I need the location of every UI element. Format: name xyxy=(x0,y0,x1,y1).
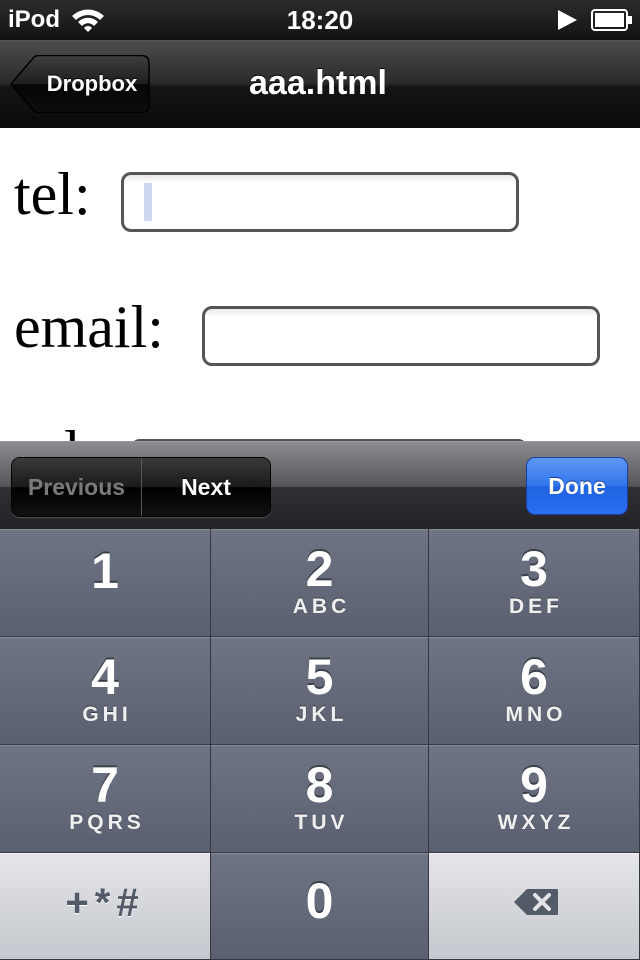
page-title: aaa.html xyxy=(249,64,387,102)
key-letters: GHI xyxy=(82,703,132,726)
key-letters: ABC xyxy=(292,595,351,618)
key-delete[interactable] xyxy=(429,853,640,960)
phone-keypad: 1 2 ABC 3 DEF 4 GHI 5 JKL 6 MNO 7 PQRS 8… xyxy=(0,529,640,960)
url-label: url: xyxy=(14,422,97,441)
battery-icon xyxy=(591,9,632,31)
key-8[interactable]: 8 TUV xyxy=(211,745,429,853)
next-button[interactable]: Next xyxy=(142,458,270,516)
key-digit: 3 xyxy=(520,541,548,597)
symbols-label: +*# xyxy=(65,881,145,925)
text-caret xyxy=(144,183,152,221)
key-0[interactable]: 0 xyxy=(211,853,429,960)
key-letters: JKL xyxy=(295,703,348,726)
status-bar: iPod 18:20 xyxy=(0,0,640,40)
status-time: 18:20 xyxy=(286,5,354,35)
form-assistant-toolbar: Previous Next Done xyxy=(0,441,640,531)
key-digit: 1 xyxy=(91,543,119,599)
previous-button[interactable]: Previous xyxy=(12,458,142,516)
key-9[interactable]: 9 WXYZ xyxy=(429,745,640,853)
key-symbols[interactable]: +*# xyxy=(0,853,211,960)
key-digit: 5 xyxy=(305,649,334,705)
play-icon xyxy=(558,10,577,30)
key-6[interactable]: 6 MNO xyxy=(429,637,640,745)
key-letters: WXYZ xyxy=(497,811,575,834)
done-button[interactable]: Done xyxy=(526,457,628,515)
key-5[interactable]: 5 JKL xyxy=(211,637,429,745)
email-label: email: xyxy=(14,294,164,360)
key-letters: PQRS xyxy=(69,811,145,834)
backspace-icon xyxy=(514,889,558,915)
key-digit: 8 xyxy=(305,757,334,813)
key-digit: 4 xyxy=(91,649,119,705)
key-digit: 0 xyxy=(305,873,334,929)
tel-label: tel: xyxy=(14,161,91,227)
key-3[interactable]: 3 DEF xyxy=(429,529,640,637)
key-2[interactable]: 2 ABC xyxy=(211,529,429,637)
key-digit: 2 xyxy=(305,541,334,597)
key-letters: TUV xyxy=(294,811,349,834)
key-digit: 9 xyxy=(520,757,548,813)
key-digit: 7 xyxy=(91,757,119,813)
key-letters: MNO xyxy=(505,703,567,726)
tel-field[interactable] xyxy=(121,172,519,232)
key-digit: 6 xyxy=(520,649,548,705)
email-field[interactable] xyxy=(202,306,600,366)
key-letters: DEF xyxy=(509,595,563,618)
key-7[interactable]: 7 PQRS xyxy=(0,745,211,853)
key-4[interactable]: 4 GHI xyxy=(0,637,211,745)
previous-next-control: Previous Next xyxy=(11,457,271,517)
web-content: tel: email: url: xyxy=(0,128,640,441)
navigation-bar: Dropbox aaa.html xyxy=(0,40,640,129)
key-1[interactable]: 1 xyxy=(0,529,211,637)
